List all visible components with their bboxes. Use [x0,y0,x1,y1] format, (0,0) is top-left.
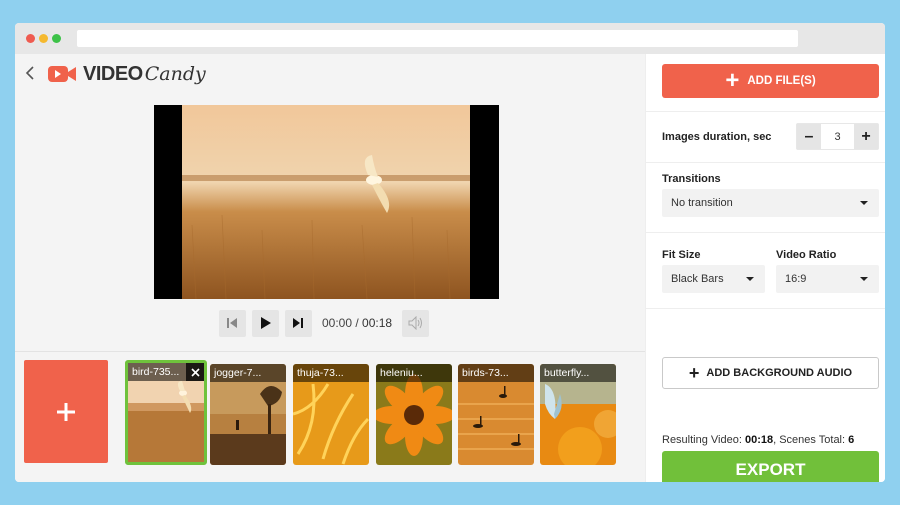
summary-prefix: Resulting Video: [662,434,745,446]
skip-back-button[interactable] [219,309,246,337]
skip-forward-button[interactable] [285,309,312,337]
export-button[interactable]: EXPORT [662,451,879,482]
speaker-icon [408,316,422,330]
thumbnail-label: heleniu... [376,364,452,382]
skip-back-icon [227,318,237,328]
logo-text-candy: Candy [144,63,206,85]
plus-icon: + [688,363,700,383]
result-summary: Resulting Video: 00:18, Scenes Total: 6 [662,434,854,446]
play-button[interactable] [252,309,279,337]
chevron-down-icon [860,201,868,205]
timeline-thumbnail[interactable]: heleniu... [376,364,452,465]
thumbnail-label: birds-73... [458,364,534,382]
settings-panel: + ADD FILE(S) Images duration, sec – 3 +… [645,54,885,482]
divider [646,162,885,163]
close-icon [190,367,200,377]
playback-time: 00:00 / 00:18 [322,316,392,330]
summary-mid: , Scenes Total: [773,434,849,446]
thumbnail-label: butterfly... [540,364,616,382]
editor-panel: VIDEO Candy 00:00 / 00:18 bird-735... jo… [15,54,645,482]
timeline-thumbnail[interactable]: thuja-73... [293,364,369,465]
volume-button[interactable] [402,309,430,337]
timeline-thumbnail[interactable]: jogger-7... [210,364,286,465]
summary-duration: 00:18 [744,434,774,446]
video-ratio-label: Video Ratio [776,249,837,261]
add-media-tile[interactable] [24,360,108,463]
app-logo[interactable]: VIDEO Candy [47,61,206,87]
plus-icon [57,402,75,421]
player-controls: 00:00 / 00:18 [219,309,430,337]
summary-scenes: 6 [848,434,855,446]
skip-forward-icon [293,318,303,328]
current-time: 00:00 [322,316,353,330]
timeline-divider [15,351,645,352]
thumbnail-label: thuja-73... [293,364,369,382]
increment-button[interactable]: + [854,124,878,149]
divider [646,111,885,112]
plus-icon: + [725,67,740,94]
play-icon [261,317,271,329]
total-time: 00:18 [362,316,393,330]
timeline-thumbnail[interactable]: butterfly... [540,364,616,465]
transitions-label: Transitions [662,173,721,185]
video-camera-logo-icon [48,66,76,82]
fit-size-label: Fit Size [662,249,701,261]
transitions-select[interactable]: No transition [662,189,879,217]
logo-text-video: VIDEO [83,62,143,85]
divider [646,232,885,233]
time-separator: / [352,316,363,330]
fit-size-select[interactable]: Black Bars [662,265,765,293]
add-background-audio-button[interactable]: + ADD BACKGROUND AUDIO [662,357,879,389]
preview-frame-image [182,105,470,299]
address-bar[interactable] [77,30,798,47]
remove-thumbnail-button[interactable] [186,363,204,381]
fit-size-value: Black Bars [671,273,724,285]
transitions-value: No transition [671,197,733,209]
maximize-window-dot[interactable] [52,34,61,43]
decrement-button[interactable]: – [797,124,821,149]
back-arrow-icon[interactable] [23,65,37,81]
divider [646,308,885,309]
add-background-audio-label: ADD BACKGROUND AUDIO [706,367,853,379]
add-files-label: ADD FILE(S) [747,75,816,87]
images-duration-label: Images duration, sec [662,131,772,143]
browser-chrome [15,23,885,54]
minimize-window-dot[interactable] [39,34,48,43]
close-window-dot[interactable] [26,34,35,43]
video-preview[interactable] [154,105,499,299]
images-duration-value[interactable]: 3 [821,131,854,143]
thumbnail-label: jogger-7... [210,364,286,382]
images-duration-stepper: – 3 + [796,123,879,150]
timeline-thumbnail[interactable]: birds-73... [458,364,534,465]
video-ratio-select[interactable]: 16:9 [776,265,879,293]
chevron-down-icon [860,277,868,281]
chevron-down-icon [746,277,754,281]
browser-window: VIDEO Candy 00:00 / 00:18 bird-735... jo… [15,23,885,482]
timeline-thumbnail[interactable]: bird-735... [125,360,207,465]
add-files-button[interactable]: + ADD FILE(S) [662,64,879,98]
video-ratio-value: 16:9 [785,273,807,285]
